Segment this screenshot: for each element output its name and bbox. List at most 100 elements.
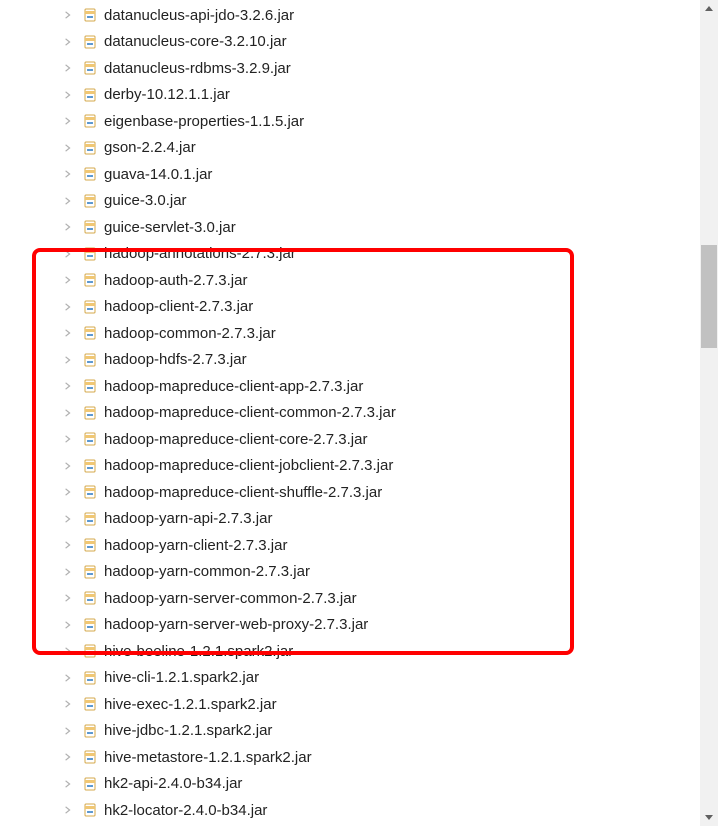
tree-item-label: hadoop-auth-2.7.3.jar (104, 272, 247, 289)
expand-arrow-icon[interactable] (62, 539, 74, 551)
tree-item[interactable]: 010guava-14.0.1.jar (0, 161, 698, 188)
expand-arrow-icon[interactable] (62, 778, 74, 790)
tree-item-label: eigenbase-properties-1.1.5.jar (104, 113, 304, 130)
expand-arrow-icon[interactable] (62, 460, 74, 472)
tree-item-label: hadoop-common-2.7.3.jar (104, 325, 276, 342)
expand-arrow-icon[interactable] (62, 248, 74, 260)
tree-item[interactable]: 010hadoop-mapreduce-client-common-2.7.3.… (0, 400, 698, 427)
expand-arrow-icon[interactable] (62, 221, 74, 233)
tree-item[interactable]: 010hk2-locator-2.4.0-b34.jar (0, 797, 698, 824)
tree-item[interactable]: 010hadoop-auth-2.7.3.jar (0, 267, 698, 294)
expand-arrow-icon[interactable] (62, 725, 74, 737)
scroll-up-arrow[interactable] (700, 0, 718, 18)
svg-text:010: 010 (87, 439, 92, 443)
expand-arrow-icon[interactable] (62, 301, 74, 313)
expand-arrow-icon[interactable] (62, 645, 74, 657)
expand-arrow-icon[interactable] (62, 433, 74, 445)
jar-file-icon: 010 (82, 537, 98, 553)
expand-arrow-icon[interactable] (62, 407, 74, 419)
svg-text:010: 010 (87, 572, 92, 576)
jar-file-icon: 010 (82, 617, 98, 633)
tree-item[interactable]: 010 hadoop-yarn-client-2.7.3.jar (0, 532, 698, 559)
tree-item[interactable]: 010hadoop-hdfs-2.7.3.jar (0, 347, 698, 374)
tree-item-label: guice-servlet-3.0.jar (104, 219, 236, 236)
tree-item[interactable]: 010hive-cli-1.2.1.spark2.jar (0, 665, 698, 692)
expand-arrow-icon[interactable] (62, 62, 74, 74)
tree-item-label: hive-cli-1.2.1.spark2.jar (104, 669, 259, 686)
scrollbar-thumb[interactable] (701, 245, 717, 348)
expand-arrow-icon[interactable] (62, 513, 74, 525)
tree-item[interactable]: 010gson-2.2.4.jar (0, 135, 698, 162)
tree-item-label: hadoop-yarn-client-2.7.3.jar (104, 537, 287, 554)
jar-file-icon: 010 (82, 776, 98, 792)
expand-arrow-icon[interactable] (62, 327, 74, 339)
tree-item[interactable]: 010 datanucleus-core-3.2.10.jar (0, 29, 698, 56)
jar-file-icon: 010 (82, 696, 98, 712)
tree-item[interactable]: 010hadoop-yarn-server-web-proxy-2.7.3.ja… (0, 612, 698, 639)
tree-item-label: hive-jdbc-1.2.1.spark2.jar (104, 722, 272, 739)
tree-item[interactable]: 010hk2-api-2.4.0-b34.jar (0, 771, 698, 798)
svg-text:010: 010 (87, 651, 92, 655)
expand-arrow-icon[interactable] (62, 168, 74, 180)
jar-file-icon: 010 (82, 113, 98, 129)
expand-arrow-icon[interactable] (62, 274, 74, 286)
tree-item[interactable]: 010 hive-jdbc-1.2.1.spark2.jar (0, 718, 698, 745)
expand-arrow-icon[interactable] (62, 36, 74, 48)
svg-text:010: 010 (87, 731, 92, 735)
svg-text:010: 010 (87, 254, 92, 258)
tree-item[interactable]: 010hadoop-mapreduce-client-shuffle-2.7.3… (0, 479, 698, 506)
tree-item-label: datanucleus-core-3.2.10.jar (104, 33, 287, 50)
expand-arrow-icon[interactable] (62, 195, 74, 207)
tree-item[interactable]: 010guice-servlet-3.0.jar (0, 214, 698, 241)
tree-item[interactable]: 010hadoop-mapreduce-client-core-2.7.3.ja… (0, 426, 698, 453)
tree-item[interactable]: 010hadoop-yarn-api-2.7.3.jar (0, 506, 698, 533)
tree-item[interactable]: 010hadoop-mapreduce-client-jobclient-2.7… (0, 453, 698, 480)
tree-item[interactable]: 010hive-exec-1.2.1.spark2.jar (0, 691, 698, 718)
expand-arrow-icon[interactable] (62, 751, 74, 763)
tree-item[interactable]: 010derby-10.12.1.1.jar (0, 82, 698, 109)
tree-item[interactable]: 010 hadoop-common-2.7.3.jar (0, 320, 698, 347)
expand-arrow-icon[interactable] (62, 566, 74, 578)
svg-text:010: 010 (87, 307, 92, 311)
scrollbar-track[interactable] (700, 0, 718, 826)
expand-arrow-icon[interactable] (62, 698, 74, 710)
jar-file-icon: 010 (82, 484, 98, 500)
expand-arrow-icon[interactable] (62, 115, 74, 127)
expand-arrow-icon[interactable] (62, 486, 74, 498)
expand-arrow-icon[interactable] (62, 89, 74, 101)
tree-item[interactable]: 010hadoop-client-2.7.3.jar (0, 294, 698, 321)
jar-file-icon: 010 (82, 193, 98, 209)
tree-item[interactable]: 010guice-3.0.jar (0, 188, 698, 215)
expand-arrow-icon[interactable] (62, 672, 74, 684)
svg-text:010: 010 (87, 42, 92, 46)
svg-text:010: 010 (87, 757, 92, 761)
scroll-down-arrow[interactable] (700, 808, 718, 826)
tree-item[interactable]: 010datanucleus-api-jdo-3.2.6.jar (0, 2, 698, 29)
jar-file-icon: 010 (82, 564, 98, 580)
svg-text:010: 010 (87, 413, 92, 417)
tree-item[interactable]: 010 eigenbase-properties-1.1.5.jar (0, 108, 698, 135)
expand-arrow-icon[interactable] (62, 804, 74, 816)
tree-item[interactable]: 010hadoop-yarn-server-common-2.7.3.jar (0, 585, 698, 612)
svg-text:010: 010 (87, 68, 92, 72)
tree-container[interactable]: 010datanucleus-api-jdo-3.2.6.jar010datan… (0, 0, 698, 826)
tree-item-label: hive-beeline-1.2.1.spark2.jar (104, 643, 293, 660)
tree-item[interactable]: 010 hadoop-annotations-2.7.3.jar (0, 241, 698, 268)
expand-arrow-icon[interactable] (62, 380, 74, 392)
expand-arrow-icon[interactable] (62, 142, 74, 154)
tree-item-label: hadoop-annotations-2.7.3.jar (104, 245, 296, 262)
expand-arrow-icon[interactable] (62, 592, 74, 604)
expand-arrow-icon[interactable] (62, 619, 74, 631)
tree-item[interactable]: 010hadoop-yarn-common-2.7.3.jar (0, 559, 698, 586)
expand-arrow-icon[interactable] (62, 354, 74, 366)
tree-item-label: datanucleus-rdbms-3.2.9.jar (104, 60, 291, 77)
svg-text:010: 010 (87, 386, 92, 390)
expand-arrow-icon[interactable] (62, 9, 74, 21)
tree-item[interactable]: 010 hive-beeline-1.2.1.spark2.jar (0, 638, 698, 665)
svg-text:010: 010 (87, 15, 92, 19)
tree-item[interactable]: 010hadoop-mapreduce-client-app-2.7.3.jar (0, 373, 698, 400)
tree-item-label: gson-2.2.4.jar (104, 139, 196, 156)
tree-item[interactable]: 010hive-metastore-1.2.1.spark2.jar (0, 744, 698, 771)
tree-item[interactable]: 010 datanucleus-rdbms-3.2.9.jar (0, 55, 698, 82)
svg-text:010: 010 (87, 333, 92, 337)
